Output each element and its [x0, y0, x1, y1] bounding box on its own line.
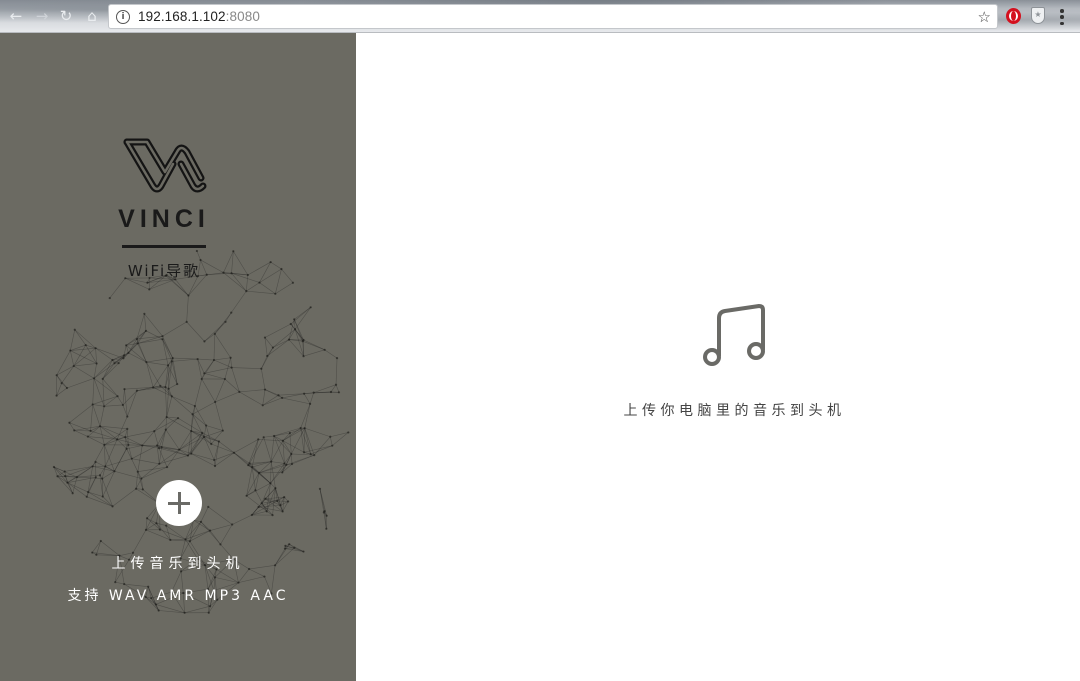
- brand-subtitle: WiFi导歌: [127, 262, 201, 280]
- brand-divider: [122, 245, 206, 248]
- home-icon[interactable]: ⌂: [82, 6, 102, 26]
- browser-menu-icon[interactable]: [1056, 7, 1068, 27]
- upload-hint: 上传你电脑里的音乐到头机: [623, 403, 846, 419]
- address-bar[interactable]: i 192.168.1.102:8080 ☆: [108, 4, 998, 29]
- network-mesh-background: [52, 249, 350, 614]
- brand-name: VINCI: [118, 205, 210, 233]
- bookmark-star-icon[interactable]: ☆: [978, 8, 991, 26]
- upload-label: 上传音乐到头机: [111, 556, 245, 572]
- url-host: 192.168.1.102: [138, 9, 226, 24]
- shield-extension-icon[interactable]: ★: [1031, 7, 1045, 24]
- forward-icon[interactable]: →: [32, 6, 52, 26]
- info-icon[interactable]: i: [116, 9, 130, 24]
- drop-zone[interactable]: 上传你电脑里的音乐到头机: [356, 33, 1080, 681]
- browser-toolbar: ← → ↻ ⌂ i 192.168.1.102:8080 ☆ ★: [0, 0, 1080, 33]
- opera-extension-icon[interactable]: [1006, 8, 1021, 24]
- url-text[interactable]: 192.168.1.102:8080: [138, 9, 260, 24]
- supported-formats-label: 支持 WAV AMR MP3 AAC: [67, 588, 289, 604]
- music-note-icon: [703, 304, 765, 366]
- vinci-logo-icon: [123, 138, 207, 193]
- plus-icon-bar: [168, 501, 190, 505]
- url-port: :8080: [225, 9, 260, 24]
- add-music-button[interactable]: [156, 480, 202, 526]
- upload-sidebar: VINCI WiFi导歌 上传音乐到头机 支持 WAV AMR MP3 AAC: [0, 33, 356, 681]
- reload-icon[interactable]: ↻: [56, 6, 76, 26]
- back-icon[interactable]: ←: [6, 6, 26, 26]
